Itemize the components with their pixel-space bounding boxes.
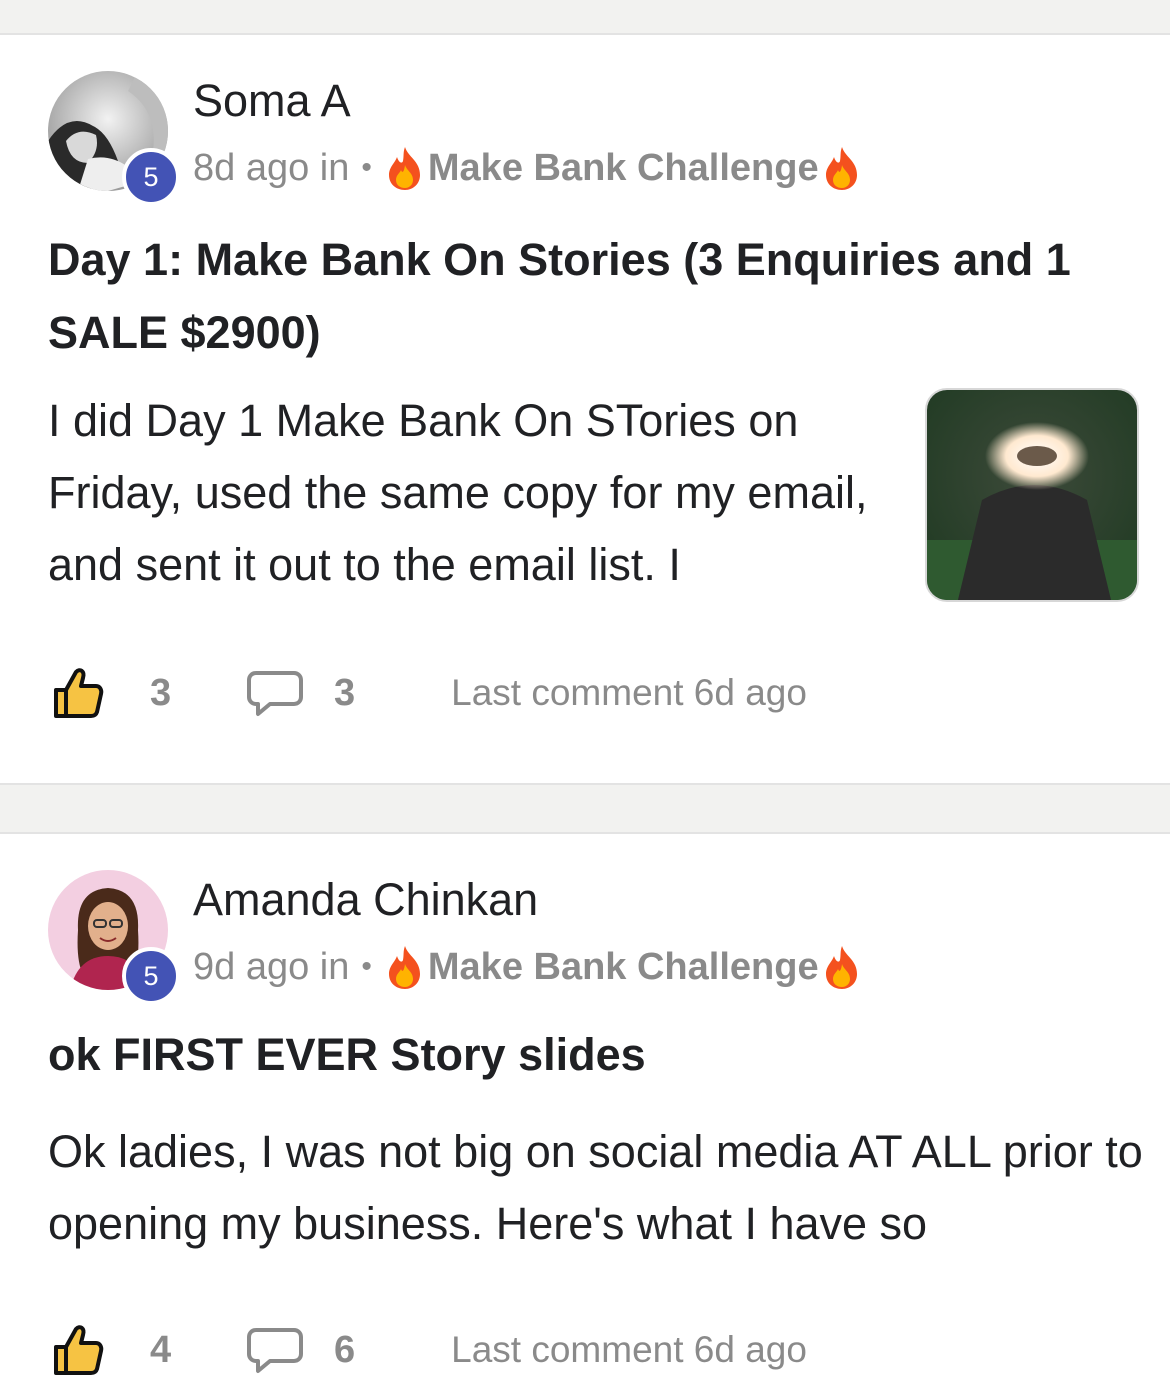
comment-count: 6 — [334, 1328, 356, 1371]
fire-emoji-icon — [384, 145, 426, 191]
post-actions: 3 3 Last comment 6d ago — [52, 665, 807, 721]
meta-separator: • — [361, 151, 372, 184]
level-badge: 5 — [122, 148, 180, 206]
thumbs-up-icon[interactable] — [52, 1323, 104, 1377]
comment-bubble-icon — [247, 671, 303, 716]
fire-emoji-icon — [821, 145, 863, 191]
post-title[interactable]: Day 1: Make Bank On Stories (3 Enquiries… — [48, 223, 1128, 369]
post-title[interactable]: ok FIRST EVER Story slides — [48, 1018, 1128, 1091]
comment-bubble-icon — [247, 1328, 303, 1373]
category-link[interactable]: Make Bank Challenge — [384, 145, 863, 191]
like-count: 4 — [150, 1328, 172, 1371]
comment-button[interactable]: 3 — [246, 669, 355, 717]
post-thumbnail[interactable] — [925, 388, 1139, 602]
meta-separator: • — [361, 950, 372, 983]
author-name[interactable]: Amanda Chinkan — [193, 874, 538, 926]
post-actions: 4 6 Last comment 6d ago — [52, 1322, 807, 1378]
level-badge: 5 — [122, 947, 180, 1005]
fire-emoji-icon — [384, 944, 426, 990]
author-name[interactable]: Soma A — [193, 75, 351, 127]
last-comment-time: Last comment 6d ago — [451, 1329, 807, 1370]
post-meta: 9d ago in • Make Bank Challenge — [193, 944, 863, 990]
post-time: 8d ago in — [193, 146, 350, 189]
category-link[interactable]: Make Bank Challenge — [384, 944, 863, 990]
post-excerpt[interactable]: Ok ladies, I was not big on social media… — [48, 1116, 1148, 1260]
like-count: 3 — [150, 671, 172, 714]
post-time: 9d ago in — [193, 945, 350, 988]
post-excerpt[interactable]: I did Day 1 Make Bank On STories on Frid… — [48, 385, 898, 601]
fire-emoji-icon — [821, 944, 863, 990]
post-card[interactable]: 5 Amanda Chinkan 9d ago in • Make Bank C… — [0, 832, 1170, 1387]
post-meta: 8d ago in • Make Bank Challenge — [193, 145, 863, 191]
last-comment-time: Last comment 6d ago — [451, 672, 807, 713]
category-name: Make Bank Challenge — [427, 146, 819, 189]
post-card[interactable]: 5 Soma A 8d ago in • Make Bank Challenge… — [0, 33, 1170, 785]
post-feed: 5 Soma A 8d ago in • Make Bank Challenge… — [0, 0, 1170, 1387]
category-name: Make Bank Challenge — [427, 945, 819, 988]
thumbs-up-icon[interactable] — [52, 666, 104, 720]
comment-count: 3 — [334, 671, 356, 714]
comment-button[interactable]: 6 — [246, 1326, 355, 1374]
